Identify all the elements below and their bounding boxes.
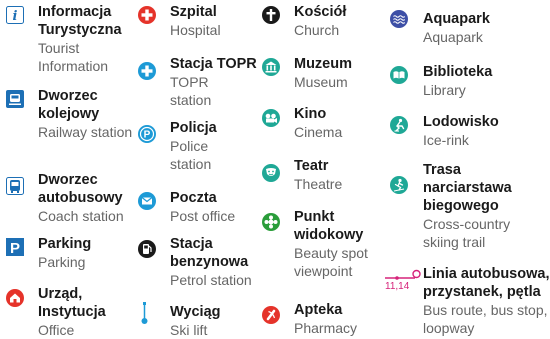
legend-item-subtitle: Railway station [38,124,133,140]
legend-item-subtitle: Aquapark [423,29,483,45]
legend-item-subtitle: Church [294,22,340,38]
ski-lift-icon [138,301,156,325]
legend-item-title: Apteka [294,302,343,318]
cinema-icon [262,109,280,127]
legend-item-library: Biblioteka Library [423,63,523,99]
legend-item-subtitle: Tourist Information [38,40,109,74]
legend-item-subtitle: Ski lift [170,322,208,338]
legend-item-theatre: Teatr Theatre [294,157,384,193]
legend-item-police: Policja Police station [170,119,260,173]
info-icon: i [6,6,24,24]
legend-item-title: Trasa narciarstawa biegowego [423,162,512,214]
legend-item-museum: Muzeum Museum [294,55,384,91]
legend-item-title: Biblioteka [423,64,493,80]
legend-item-subtitle: Museum [294,74,348,90]
pharmacy-icon [262,306,280,324]
library-icon [390,66,408,84]
legend-item-fuel: Stacja benzynowa Petrol station [170,235,290,289]
legend-item-subtitle: Office [38,322,75,338]
legend-item-subtitle: Theatre [294,176,343,192]
church-icon [262,6,280,24]
legend-item-ski-lift: Wyciąg Ski lift [170,303,260,339]
hospital-icon [138,6,156,24]
legend-item-title: Dworzec autobusowy [38,172,123,206]
legend-item-subtitle: Library [423,82,466,98]
rescue-icon [138,62,156,80]
police-icon: P [138,125,156,143]
legend-item-title: Informacja Turystyczna [38,4,122,38]
parking-icon: P [6,238,24,256]
legend-item-title: Lodowisko [423,114,499,130]
ice-rink-icon [390,116,408,134]
theatre-icon [262,164,280,182]
office-icon [6,289,24,307]
legend-item-title: Muzeum [294,56,352,72]
ski-trail-icon [390,176,408,194]
legend-item-title: Aquapark [423,11,490,27]
legend-item-bus: Dworzec autobusowy Coach station [38,171,138,225]
aquapark-icon [390,10,408,28]
legend-item-ice-rink: Lodowisko Ice-rink [423,113,523,149]
svg-text:P: P [144,130,151,141]
legend-item-subtitle: Pharmacy [294,320,358,336]
legend-item-title: Poczta [170,190,217,206]
viewpoint-icon [262,213,280,231]
legend-item-aquapark: Aquapark Aquapark [423,10,523,46]
bus-icon [6,177,24,195]
legend-item-title: Kościół [294,4,347,20]
legend-item-viewpoint: Punkt widokowy Beauty spot viewpoint [294,208,390,280]
legend-item-church: Kościół Church [294,3,384,39]
train-icon [6,90,24,108]
legend-item-subtitle: Ice-rink [423,132,469,148]
legend-item-subtitle: Coach station [38,208,124,224]
legend-item-subtitle: TOPR station [170,74,212,108]
legend-item-subtitle: Police station [170,138,212,172]
legend-item-ski-trail: Trasa narciarstawa biegowego Cross-count… [423,161,543,251]
legend-item-subtitle: Petrol station [170,272,252,288]
legend-item-subtitle: Bus route, bus stop, loopway [423,302,548,336]
legend-item-info: Informacja Turystyczna Tourist Informati… [38,3,134,75]
svg-text:i: i [13,9,18,24]
svg-text:P: P [10,240,20,256]
mail-icon [138,192,156,210]
legend-item-parking: Parking Parking [38,235,128,271]
legend-item-title: Policja [170,120,217,136]
legend-item-cinema: Kino Cinema [294,105,384,141]
legend-item-train: Dworzec kolejowy Railway station [38,87,134,141]
map-legend: i Informacja Turystyczna Tourist Informa… [0,0,550,338]
legend-item-subtitle: Parking [38,254,86,270]
legend-item-pharmacy: Apteka Pharmacy [294,301,384,337]
museum-icon [262,58,280,76]
legend-item-title: Wyciąg [170,304,221,320]
legend-item-title: Stacja benzynowa [170,236,249,270]
legend-item-subtitle: Cross-country skiing trail [423,216,511,250]
legend-item-office: Urząd, Instytucja Office [38,285,134,339]
legend-item-subtitle: Cinema [294,124,343,140]
legend-item-title: Urząd, Instytucja [38,286,106,320]
legend-item-title: Parking [38,236,92,252]
legend-item-title: Punkt widokowy [294,209,364,243]
legend-item-subtitle: Beauty spot viewpoint [294,245,368,279]
fuel-icon [138,240,156,258]
bus-route-number: 11,14 [385,281,410,292]
legend-item-title: Teatr [294,158,329,174]
legend-item-title: Kino [294,106,327,122]
legend-item-title: Dworzec kolejowy [38,88,100,122]
legend-item-title: Linia autobusowa, przystanek, pętla [423,266,550,300]
legend-item-bus-route: Linia autobusowa, przystanek, pętla Bus … [423,265,550,337]
